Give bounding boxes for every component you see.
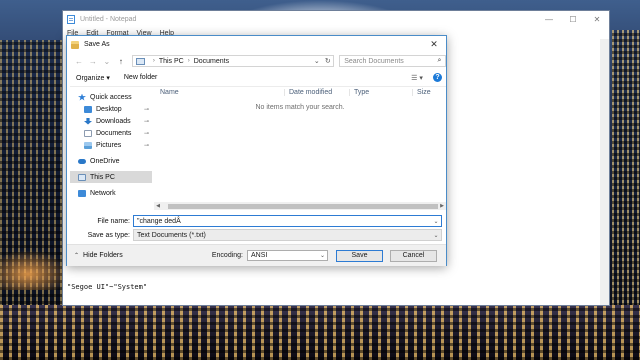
scrollbar-thumb[interactable] — [168, 203, 438, 209]
pin-icon: ⊸ — [143, 118, 149, 125]
nav-label: Desktop — [96, 105, 122, 113]
dialog-close-button[interactable]: ✕ — [422, 39, 446, 50]
encoding-value: ANSI — [251, 252, 268, 259]
nav-label: This PC — [90, 173, 115, 181]
forward-arrow-icon[interactable]: → — [86, 57, 100, 66]
dialog-title: Save As — [84, 41, 110, 48]
refresh-icon[interactable]: ↻ — [322, 57, 333, 65]
search-icon[interactable]: ⌕ — [434, 57, 445, 65]
wallpaper-city-bottom — [0, 305, 640, 360]
horizontal-scrollbar[interactable]: ◀ ▶ — [154, 202, 446, 210]
search-placeholder: Search Documents — [344, 57, 404, 65]
cloud-icon — [78, 158, 86, 164]
column-headers: Name Date modified Type Size — [154, 87, 446, 99]
save-as-dialog: Save As ✕ ← → ⌄ ↑ › This PC › Documents … — [66, 35, 447, 266]
back-arrow-icon[interactable]: ← — [72, 57, 86, 66]
download-arrow-icon — [84, 117, 92, 125]
desktop-icon — [84, 105, 92, 113]
nav-documents[interactable]: Documents ⊸ — [70, 127, 152, 139]
notepad-app-icon — [67, 15, 75, 24]
column-header-name[interactable]: Name — [160, 89, 179, 96]
search-input[interactable]: Search Documents ⌕ — [339, 55, 446, 67]
nav-label: Quick access — [90, 93, 132, 101]
pin-icon: ⊸ — [143, 130, 149, 137]
wallpaper-glow — [0, 250, 70, 290]
notepad-titlebar[interactable]: Untitled - Notepad — ☐ ✕ — [63, 11, 609, 28]
file-name-value[interactable]: "change dedÂ — [137, 218, 431, 225]
close-button[interactable]: ✕ — [585, 11, 609, 28]
dialog-body: Quick access Desktop ⊸ Downloads ⊸ Docum… — [70, 86, 446, 244]
scroll-right-icon[interactable]: ▶ — [438, 203, 446, 209]
pin-icon: ⊸ — [143, 106, 149, 113]
hide-folders-button[interactable]: ⌃ Hide Folders — [74, 252, 123, 259]
network-icon — [78, 189, 86, 197]
nav-label: Pictures — [96, 141, 122, 149]
notepad-vertical-scrollbar[interactable] — [600, 39, 609, 305]
scroll-left-icon[interactable]: ◀ — [154, 203, 162, 209]
notepad-title: Untitled - Notepad — [80, 16, 137, 23]
pin-icon: ⊸ — [143, 142, 149, 149]
dialog-titlebar[interactable]: Save As ✕ — [67, 36, 446, 53]
save-form: File name: "change dedÂ ⌄ Save as type: … — [70, 215, 446, 245]
nav-label: Network — [90, 189, 116, 197]
organize-button[interactable]: Organize ▾ — [76, 74, 110, 82]
nav-desktop[interactable]: Desktop ⊸ — [70, 103, 152, 115]
encoding-select[interactable]: ANSI ⌄ — [247, 250, 328, 261]
notepad-text-content[interactable]: "Segoe UI"~"System" — [67, 283, 147, 291]
chevron-down-icon[interactable]: ⌄ — [431, 232, 441, 239]
nav-label: Downloads — [96, 117, 131, 125]
breadcrumb-separator-icon: › — [152, 58, 155, 64]
computer-icon — [78, 173, 86, 181]
save-as-type-value: Text Documents (*.txt) — [137, 231, 206, 239]
chevron-down-icon[interactable]: ⌄ — [431, 218, 441, 225]
chevron-down-icon: ⌄ — [319, 253, 326, 259]
maximize-button[interactable]: ☐ — [561, 11, 585, 28]
nav-label: Documents — [96, 129, 132, 137]
chevron-up-icon: ⌃ — [74, 253, 80, 259]
dialog-footer: ⌃ Hide Folders Encoding: ANSI ⌄ Save Can… — [67, 244, 446, 266]
empty-folder-message: No items match your search. — [255, 104, 345, 111]
navigation-bar: ← → ⌄ ↑ › This PC › Documents ⌄ ↻ Search… — [67, 53, 446, 69]
minimize-button[interactable]: — — [537, 11, 561, 28]
navigation-pane: Quick access Desktop ⊸ Downloads ⊸ Docum… — [70, 87, 152, 212]
pictures-icon — [84, 141, 92, 149]
save-button[interactable]: Save — [336, 249, 383, 262]
encoding-label: Encoding: — [211, 252, 243, 259]
nav-onedrive[interactable]: OneDrive — [70, 155, 152, 167]
breadcrumb-separator-icon: › — [187, 58, 190, 64]
column-header-date-modified[interactable]: Date modified — [284, 89, 332, 96]
address-bar[interactable]: › This PC › Documents ⌄ ↻ — [131, 55, 335, 67]
column-header-type[interactable]: Type — [349, 89, 369, 96]
nav-quick-access[interactable]: Quick access — [70, 91, 152, 103]
address-dropdown-chevron-icon[interactable]: ⌄ — [311, 57, 322, 65]
view-options-icon[interactable]: ☰ ▾ — [407, 74, 427, 82]
save-as-type-label: Save as type: — [87, 231, 130, 239]
nav-this-pc[interactable]: This PC — [70, 171, 152, 183]
documents-icon — [84, 129, 92, 137]
file-list[interactable]: Name Date modified Type Size No items ma… — [154, 87, 446, 212]
save-as-type-select[interactable]: Text Documents (*.txt) ⌄ — [133, 229, 442, 241]
nav-downloads[interactable]: Downloads ⊸ — [70, 115, 152, 127]
folder-icon — [71, 40, 79, 49]
help-icon[interactable]: ? — [433, 73, 442, 82]
hide-folders-label: Hide Folders — [83, 252, 123, 259]
star-icon — [78, 93, 86, 101]
this-pc-icon — [135, 57, 145, 65]
new-folder-button[interactable]: New folder — [124, 74, 157, 81]
recent-locations-chevron-icon[interactable]: ⌄ — [100, 57, 114, 66]
dialog-toolbar: Organize ▾ New folder ☰ ▾ ? — [67, 69, 446, 86]
up-arrow-icon[interactable]: ↑ — [114, 57, 128, 66]
file-name-field[interactable]: "change dedÂ ⌄ — [133, 215, 442, 227]
file-name-label: File name: — [97, 217, 130, 225]
nav-network[interactable]: Network — [70, 187, 152, 199]
nav-pictures[interactable]: Pictures ⊸ — [70, 139, 152, 151]
nav-label: OneDrive — [90, 157, 120, 165]
breadcrumb-documents[interactable]: Documents — [194, 58, 229, 65]
column-header-size[interactable]: Size — [412, 89, 431, 96]
cancel-button[interactable]: Cancel — [390, 249, 437, 262]
breadcrumb-this-pc[interactable]: This PC — [159, 58, 184, 65]
